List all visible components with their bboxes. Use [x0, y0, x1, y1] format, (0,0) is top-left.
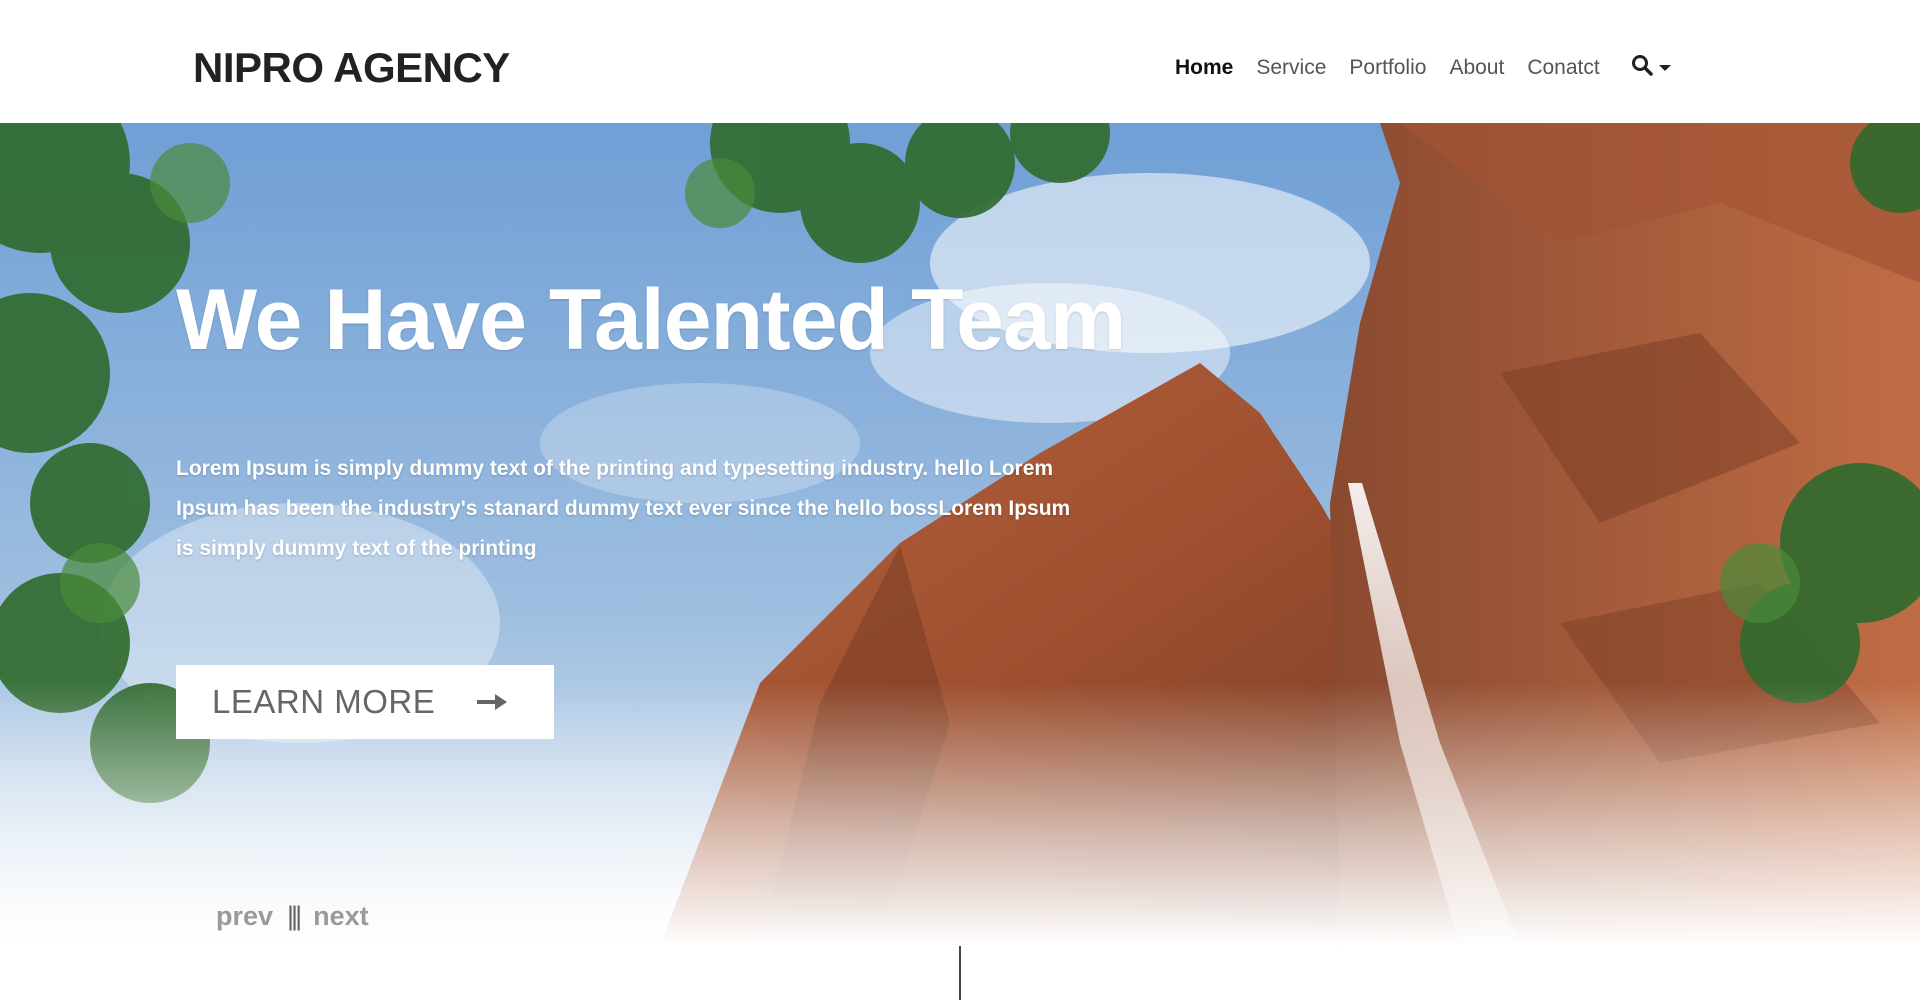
- nav-item-service[interactable]: Service: [1256, 56, 1326, 80]
- hero-slider: We Have Talented Team Lorem Ipsum is sim…: [0, 123, 1920, 946]
- nav-item-contact[interactable]: Conatct: [1527, 56, 1599, 80]
- pager-separator: |||: [287, 901, 302, 931]
- arrow-right-icon: [475, 692, 509, 712]
- slider-pager: prev ||| next: [216, 901, 369, 932]
- prev-link[interactable]: prev: [216, 901, 273, 932]
- brand-logo[interactable]: NIPRO AGENCY: [193, 44, 510, 92]
- nav-item-about[interactable]: About: [1449, 56, 1504, 80]
- learn-more-label: LEARN MORE: [212, 683, 436, 720]
- next-link[interactable]: next: [313, 901, 369, 932]
- search-dropdown-toggle[interactable]: [1631, 54, 1671, 81]
- site-header: NIPRO AGENCY Home Service Portfolio Abou…: [0, 0, 1920, 123]
- search-icon: [1631, 54, 1653, 81]
- hero-description: Lorem Ipsum is simply dummy text of the …: [176, 457, 1071, 560]
- decorative-bottom-line: [959, 946, 961, 1000]
- nav-item-home[interactable]: Home: [1175, 56, 1233, 80]
- learn-more-button[interactable]: LEARN MORE: [176, 665, 554, 739]
- nav-item-portfolio[interactable]: Portfolio: [1349, 56, 1426, 80]
- hero-title: We Have Talented Team: [176, 272, 1126, 368]
- caret-down-icon: [1658, 64, 1671, 71]
- main-nav: Home Service Portfolio About Conatct: [1175, 54, 1671, 81]
